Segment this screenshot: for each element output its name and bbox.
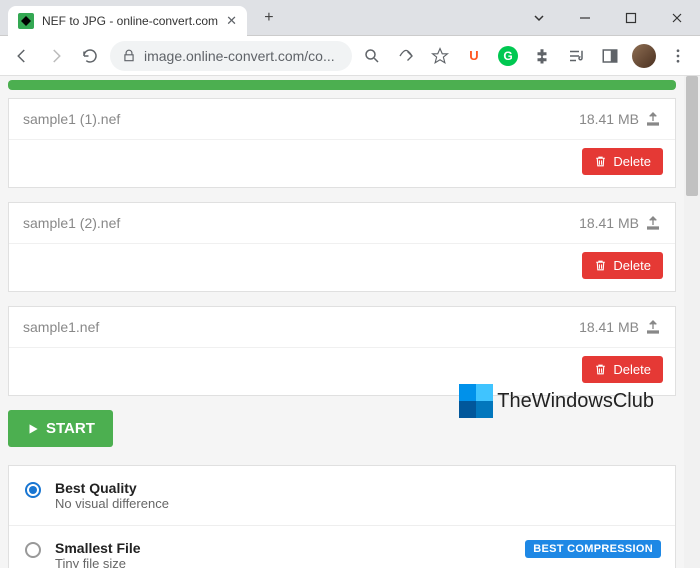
tab-favicon (18, 13, 34, 29)
window-titlebar: NEF to JPG - online-convert.com ✕ + (0, 0, 700, 36)
chevron-down-icon[interactable] (516, 0, 562, 36)
trash-icon (594, 259, 607, 272)
close-tab-icon[interactable]: ✕ (226, 13, 237, 29)
scrollbar[interactable] (684, 76, 700, 568)
option-subtitle: No visual difference (55, 496, 169, 511)
zoom-icon[interactable] (358, 42, 386, 70)
new-tab-button[interactable]: + (255, 4, 283, 32)
menu-icon[interactable] (664, 42, 692, 70)
back-button[interactable] (8, 42, 36, 70)
browser-tab[interactable]: NEF to JPG - online-convert.com ✕ (8, 6, 247, 36)
file-item: sample1 (1).nef 18.41 MB Delete (8, 98, 676, 188)
share-icon[interactable] (392, 42, 420, 70)
file-size: 18.41 MB (579, 319, 661, 335)
delete-button[interactable]: Delete (582, 356, 663, 383)
upload-icon (645, 319, 661, 335)
delete-button[interactable]: Delete (582, 148, 663, 175)
tab-title: NEF to JPG - online-convert.com (42, 14, 218, 28)
media-icon[interactable] (562, 42, 590, 70)
file-size: 18.41 MB (579, 215, 661, 231)
reload-button[interactable] (76, 42, 104, 70)
trash-icon (594, 363, 607, 376)
option-best-quality[interactable]: Best Quality No visual difference (9, 466, 675, 526)
best-compression-badge: BEST COMPRESSION (525, 540, 661, 558)
minimize-button[interactable] (562, 0, 608, 36)
bookmark-icon[interactable] (426, 42, 454, 70)
address-bar[interactable]: image.online-convert.com/co... (110, 41, 352, 71)
option-subtitle: Tiny file size (55, 556, 141, 568)
maximize-button[interactable] (608, 0, 654, 36)
file-name: sample1 (2).nef (23, 215, 120, 231)
file-name: sample1 (1).nef (23, 111, 120, 127)
page-content: sample1 (1).nef 18.41 MB Delete sample1 … (0, 76, 684, 568)
file-item: sample1.nef 18.41 MB Delete (8, 306, 676, 396)
upload-icon (645, 215, 661, 231)
play-icon (26, 422, 40, 436)
scrollbar-thumb[interactable] (686, 76, 698, 196)
extension-u-icon[interactable]: U (460, 42, 488, 70)
extension-g-icon[interactable]: G (494, 42, 522, 70)
options-panel: Best Quality No visual difference Smalle… (8, 465, 676, 568)
file-name: sample1.nef (23, 319, 99, 335)
option-title: Best Quality (55, 480, 169, 496)
url-text: image.online-convert.com/co... (144, 48, 335, 64)
extensions-icon[interactable] (528, 42, 556, 70)
sidepanel-icon[interactable] (596, 42, 624, 70)
browser-toolbar: image.online-convert.com/co... U G (0, 36, 700, 76)
window-controls (516, 0, 700, 36)
upload-icon (645, 111, 661, 127)
option-smallest-file[interactable]: Smallest File Tiny file size BEST COMPRE… (9, 526, 675, 568)
start-button[interactable]: START (8, 410, 113, 447)
radio-icon[interactable] (25, 542, 41, 558)
trash-icon (594, 155, 607, 168)
radio-icon[interactable] (25, 482, 41, 498)
upload-bar[interactable] (8, 80, 676, 90)
file-item: sample1 (2).nef 18.41 MB Delete (8, 202, 676, 292)
file-size: 18.41 MB (579, 111, 661, 127)
forward-button[interactable] (42, 42, 70, 70)
profile-avatar[interactable] (630, 42, 658, 70)
lock-icon (122, 49, 136, 63)
option-title: Smallest File (55, 540, 141, 556)
delete-button[interactable]: Delete (582, 252, 663, 279)
close-window-button[interactable] (654, 0, 700, 36)
